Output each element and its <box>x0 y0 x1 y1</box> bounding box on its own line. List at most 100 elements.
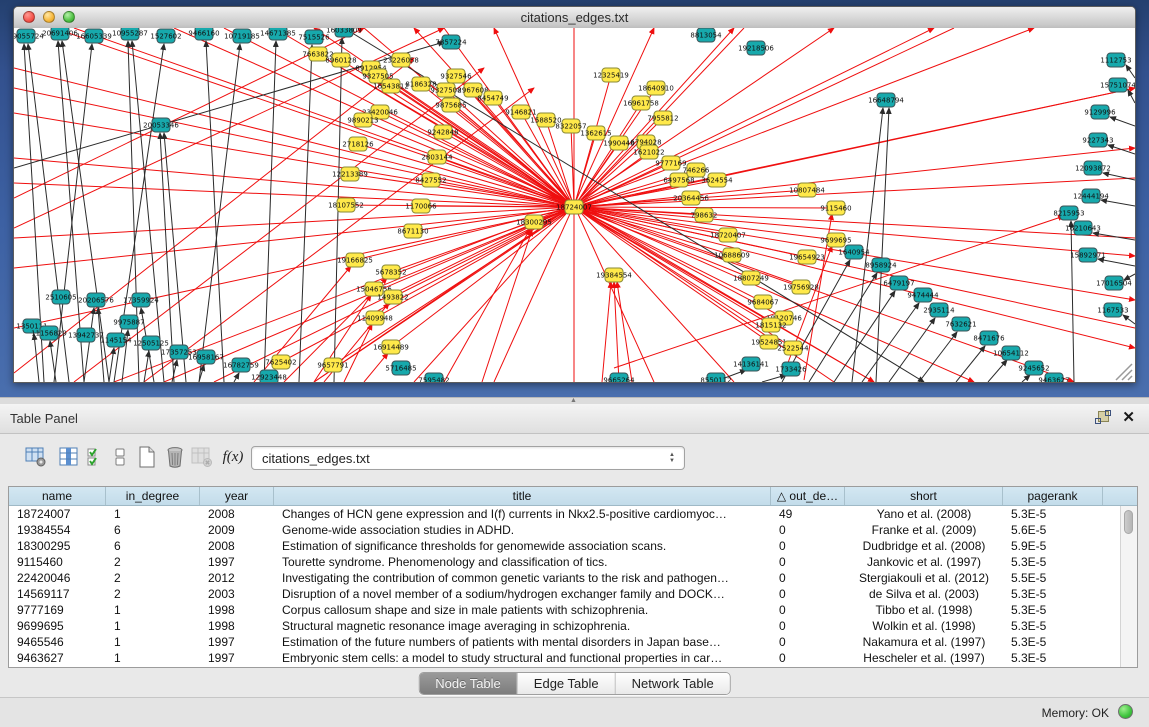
table-row[interactable]: 2242004622012Investigating the contribut… <box>9 570 1120 586</box>
graph-node[interactable] <box>335 28 353 37</box>
graph-node[interactable] <box>412 77 430 91</box>
graph-node[interactable] <box>742 357 760 371</box>
graph-node[interactable] <box>442 35 460 49</box>
graph-node[interactable] <box>610 373 628 382</box>
graph-node[interactable] <box>365 282 383 296</box>
graph-node[interactable] <box>562 119 580 133</box>
graph-node[interactable] <box>232 358 250 372</box>
graph-node[interactable] <box>120 315 138 329</box>
graph-node[interactable] <box>1089 133 1107 147</box>
graph-node[interactable] <box>170 345 188 359</box>
table-settings-button[interactable] <box>23 443 49 471</box>
graph-node[interactable] <box>269 28 287 40</box>
graph-node[interactable] <box>341 167 359 181</box>
graph-node[interactable] <box>195 28 213 40</box>
graph-node[interactable] <box>930 303 948 317</box>
graph-node[interactable] <box>346 253 364 267</box>
tab-node-table[interactable]: Node Table <box>419 673 518 694</box>
network-window[interactable]: citations_edges.txt 18724007766382289601… <box>13 6 1136 383</box>
graph-node[interactable] <box>742 271 760 285</box>
graph-node[interactable] <box>525 215 543 229</box>
resize-grip[interactable] <box>1116 364 1132 380</box>
graph-node[interactable] <box>747 41 765 55</box>
graph-node[interactable] <box>324 358 342 372</box>
graph-node[interactable] <box>914 288 932 302</box>
row-height-button[interactable] <box>107 443 133 471</box>
graph-node[interactable] <box>412 199 430 213</box>
graph-node[interactable] <box>610 136 628 150</box>
graph-node[interactable] <box>792 280 810 294</box>
new-document-button[interactable] <box>134 443 160 471</box>
graph-node[interactable] <box>640 145 658 159</box>
graph-node[interactable] <box>366 311 384 325</box>
graph-node[interactable] <box>305 30 323 44</box>
graph-node[interactable] <box>687 163 705 177</box>
graph-node[interactable] <box>754 295 772 309</box>
tab-network-table[interactable]: Network Table <box>616 673 730 694</box>
tab-edge-table[interactable]: Edge Table <box>518 673 616 694</box>
graph-node[interactable] <box>392 361 410 375</box>
graph-node[interactable] <box>382 265 400 279</box>
graph-node[interactable] <box>1074 221 1092 235</box>
graph-node[interactable] <box>23 319 41 333</box>
graph-node[interactable] <box>371 105 389 119</box>
graph-node[interactable] <box>447 69 465 83</box>
graph-node[interactable] <box>1084 161 1102 175</box>
graph-node[interactable] <box>647 81 665 95</box>
panel-splitter[interactable]: ▲ <box>0 397 1149 404</box>
graph-node[interactable] <box>827 201 845 215</box>
graph-node[interactable] <box>605 268 623 282</box>
table-row[interactable]: 1456911722003Disruption of a novel membe… <box>9 586 1120 602</box>
graph-node[interactable] <box>632 96 650 110</box>
graph-node[interactable] <box>952 317 970 331</box>
close-panel-icon[interactable]: ✕ <box>1122 410 1135 425</box>
table-vertical-scrollbar[interactable] <box>1120 506 1137 667</box>
graph-node[interactable] <box>537 113 555 127</box>
float-panel-icon[interactable] <box>1095 410 1110 425</box>
graph-node[interactable] <box>272 355 290 369</box>
graph-node[interactable] <box>132 293 150 307</box>
graph-node[interactable] <box>723 248 741 262</box>
graph-node[interactable] <box>872 258 890 272</box>
select-column-button[interactable] <box>56 443 82 471</box>
graph-node[interactable] <box>602 68 620 82</box>
graph-node[interactable] <box>17 29 35 43</box>
graph-node[interactable] <box>827 233 845 247</box>
graph-node[interactable] <box>512 105 530 119</box>
graph-node[interactable] <box>1025 361 1043 375</box>
graph-node[interactable] <box>877 93 895 107</box>
graph-node[interactable] <box>422 173 440 187</box>
trash-button[interactable] <box>162 443 188 471</box>
table-row[interactable]: 946554611997Estimation of the future num… <box>9 634 1120 650</box>
column-header-name[interactable]: name <box>9 487 106 505</box>
graph-node[interactable] <box>85 29 103 43</box>
graph-node[interactable] <box>890 276 908 290</box>
column-header-title[interactable]: title <box>274 487 771 505</box>
scrollbar-thumb[interactable] <box>1124 510 1133 534</box>
graph-node[interactable] <box>682 191 700 205</box>
graph-node[interactable] <box>157 29 175 43</box>
column-header-year[interactable]: year <box>200 487 274 505</box>
column-header-pagerank[interactable]: pagerank <box>1003 487 1103 505</box>
graph-node[interactable] <box>845 245 863 259</box>
graph-node[interactable] <box>382 340 400 354</box>
graph-node[interactable] <box>654 111 672 125</box>
table-row[interactable]: 1938455462009Genome-wide association stu… <box>9 522 1120 538</box>
graph-node[interactable] <box>1104 303 1122 317</box>
graph-node[interactable] <box>233 29 251 43</box>
graph-node[interactable] <box>695 208 713 222</box>
graph-node[interactable] <box>719 228 737 242</box>
graph-hub-node[interactable] <box>565 200 583 214</box>
network-view[interactable]: 1872400776638228960128891295423226058932… <box>14 28 1135 382</box>
graph-node[interactable] <box>662 156 680 170</box>
graph-node[interactable] <box>464 83 482 97</box>
graph-node[interactable] <box>708 173 726 187</box>
graph-node[interactable] <box>52 290 70 304</box>
graph-node[interactable] <box>784 341 802 355</box>
graph-node[interactable] <box>384 290 402 304</box>
graph-node[interactable] <box>782 362 800 376</box>
delete-table-button[interactable] <box>189 443 215 471</box>
table-row[interactable]: 1872400712008Changes of HCN gene express… <box>9 506 1120 522</box>
graph-node[interactable] <box>670 173 688 187</box>
graph-node[interactable] <box>587 126 605 140</box>
